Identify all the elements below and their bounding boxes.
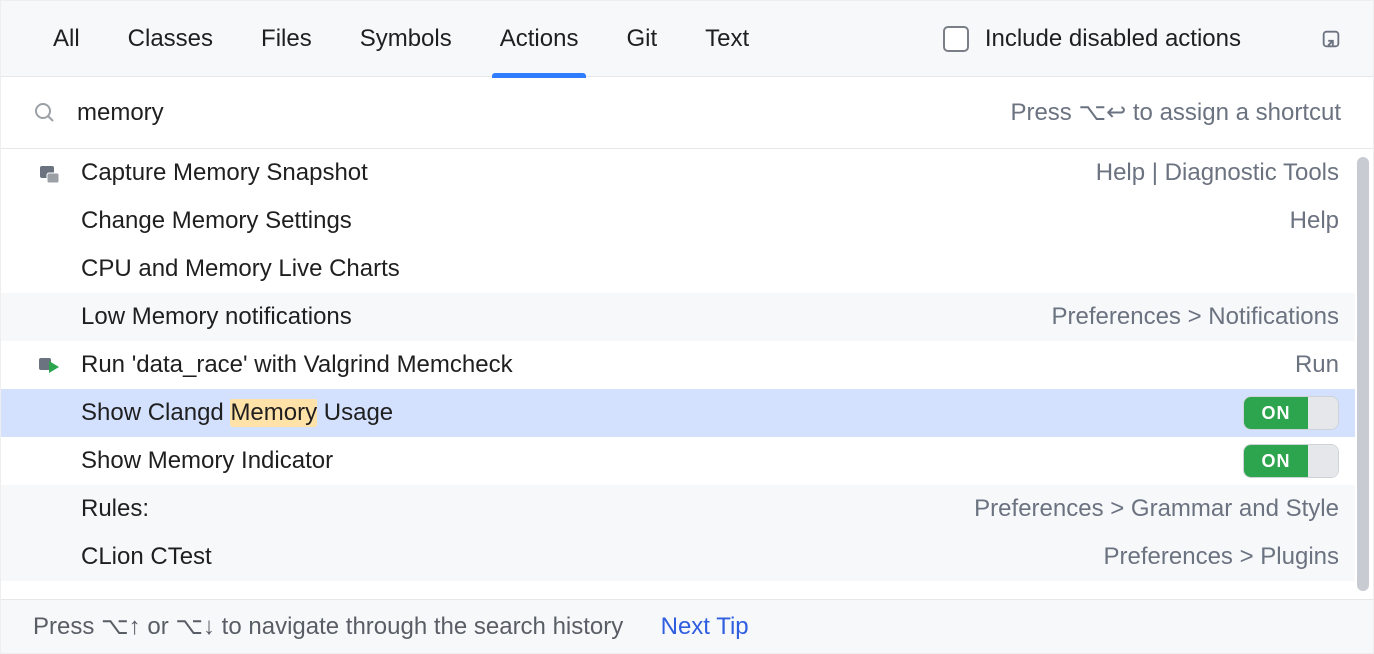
result-row[interactable]: CLion CTest Preferences > Plugins <box>1 533 1355 581</box>
blank-icon <box>33 301 65 333</box>
tab-git[interactable]: Git <box>626 1 657 77</box>
include-disabled-label: Include disabled actions <box>985 25 1241 53</box>
scrollbar-thumb[interactable] <box>1357 157 1369 591</box>
blank-icon <box>33 397 65 429</box>
search-icon <box>33 101 57 125</box>
tab-files[interactable]: Files <box>261 1 312 77</box>
tab-classes[interactable]: Classes <box>128 1 213 77</box>
result-label: Show Memory Indicator <box>81 447 1227 475</box>
search-input[interactable] <box>77 99 990 127</box>
include-disabled-checkbox[interactable]: Include disabled actions <box>943 25 1241 53</box>
result-label: CLion CTest <box>81 543 1088 571</box>
blank-icon <box>33 253 65 285</box>
results-container: Capture Memory Snapshot Help | Diagnostic… <box>1 149 1373 599</box>
assign-shortcut-hint: Press ⌥↩ to assign a shortcut <box>1010 98 1341 127</box>
result-context: Run <box>1295 351 1339 379</box>
result-label: CPU and Memory Live Charts <box>81 255 1339 283</box>
toggle-switch[interactable]: ON <box>1243 444 1339 478</box>
result-label: Change Memory Settings <box>81 207 1274 235</box>
snapshot-icon <box>33 157 65 189</box>
result-context: Preferences > Plugins <box>1104 543 1339 571</box>
result-row[interactable]: Run 'data_race' with Valgrind Memcheck Ru… <box>1 341 1355 389</box>
result-context: Preferences > Notifications <box>1052 303 1339 331</box>
search-tab-bar: All Classes Files Symbols Actions Git Te… <box>1 1 1373 77</box>
search-row: Press ⌥↩ to assign a shortcut <box>1 77 1373 149</box>
result-label: Capture Memory Snapshot <box>81 159 1080 187</box>
checkbox-box <box>943 26 969 52</box>
result-row[interactable]: Rules: Preferences > Grammar and Style <box>1 485 1355 533</box>
result-context: Preferences > Grammar and Style <box>974 495 1339 523</box>
footer-tip: Press ⌥↑ or ⌥↓ to navigate through the s… <box>1 599 1373 653</box>
tab-symbols[interactable]: Symbols <box>360 1 452 77</box>
search-everywhere-dialog: All Classes Files Symbols Actions Git Te… <box>0 0 1374 654</box>
toggle-switch[interactable]: ON <box>1243 396 1339 430</box>
result-row[interactable]: Change Memory Settings Help <box>1 197 1355 245</box>
blank-icon <box>33 445 65 477</box>
next-tip-link[interactable]: Next Tip <box>661 613 749 641</box>
result-row[interactable]: CPU and Memory Live Charts <box>1 245 1355 293</box>
tab-text[interactable]: Text <box>705 1 749 77</box>
pin-icon[interactable] <box>1317 25 1345 53</box>
blank-icon <box>33 493 65 525</box>
result-row[interactable]: Capture Memory Snapshot Help | Diagnostic… <box>1 149 1355 197</box>
scrollbar[interactable] <box>1357 157 1369 591</box>
blank-icon <box>33 541 65 573</box>
result-label: Show Clangd Memory Usage <box>81 399 1227 427</box>
result-label: Run 'data_race' with Valgrind Memcheck <box>81 351 1279 379</box>
blank-icon <box>33 205 65 237</box>
result-label: Rules: <box>81 495 958 523</box>
result-row[interactable]: Low Memory notifications Preferences > No… <box>1 293 1355 341</box>
tab-actions[interactable]: Actions <box>500 1 579 77</box>
result-label: Low Memory notifications <box>81 303 1036 331</box>
result-row[interactable]: Show Memory Indicator ON <box>1 437 1355 485</box>
result-context: Help <box>1290 207 1339 235</box>
run-icon <box>33 349 65 381</box>
tab-all[interactable]: All <box>53 1 80 77</box>
results-list[interactable]: Capture Memory Snapshot Help | Diagnostic… <box>1 149 1355 599</box>
result-row[interactable]: Show Clangd Memory Usage ON <box>1 389 1355 437</box>
result-context: Help | Diagnostic Tools <box>1096 159 1339 187</box>
